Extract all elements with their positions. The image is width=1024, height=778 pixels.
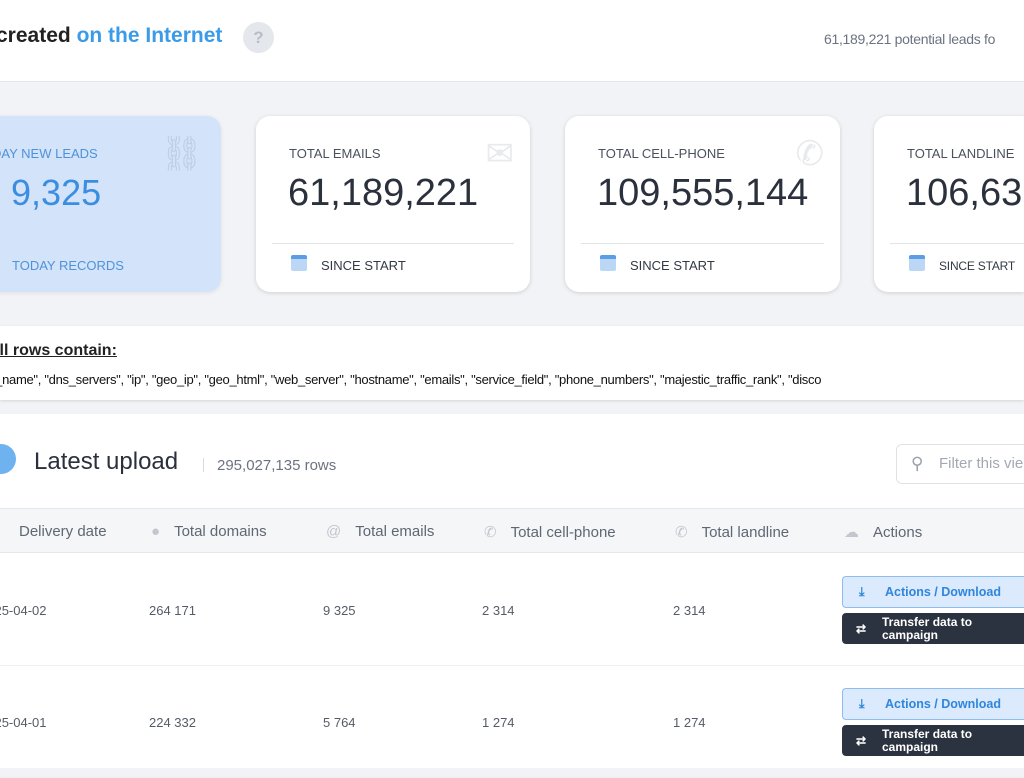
envelope-icon: ✉	[485, 135, 515, 173]
col-total-emails[interactable]: @ Total emails	[326, 523, 434, 540]
help-icon[interactable]: ?	[243, 22, 274, 53]
card-new-leads: DAY NEW LEADS + 9,325 ⛓ TODAY RECORDS	[0, 116, 221, 292]
page-title: created on the Internet	[0, 24, 223, 47]
transfer-button[interactable]: ⇄ Transfer data to campaign	[842, 613, 1024, 644]
transfer-icon: ⇄	[856, 621, 867, 636]
filter-input[interactable]	[939, 455, 1023, 472]
download-button[interactable]: ⤓ Actions / Download	[842, 688, 1024, 720]
cloud-download-icon: ☁	[844, 524, 859, 541]
transfer-button[interactable]: ⇄ Transfer data to campaign	[842, 725, 1024, 756]
calendar-icon	[291, 255, 307, 271]
cloud-upload-icon	[0, 444, 16, 474]
col-total-domains[interactable]: ● Total domains	[151, 523, 267, 540]
download-icon: ⤓	[859, 697, 865, 711]
potential-leads: 61,189,221 potential leads fo	[824, 31, 996, 47]
fields-heading: All rows contain:	[0, 342, 117, 359]
phone-icon: ✆	[484, 524, 497, 541]
globe-icon: ●	[151, 523, 161, 540]
calendar-icon	[600, 255, 616, 271]
transfer-icon: ⇄	[856, 733, 867, 748]
page-header: created on the Internet ? 61,189,221 pot…	[0, 0, 1024, 82]
col-total-cell-phone[interactable]: ✆ Total cell-phone	[484, 523, 616, 541]
col-total-landline[interactable]: ✆ Total landline	[675, 523, 789, 541]
search-icon: ⚲	[911, 454, 924, 473]
col-delivery-date[interactable]: Delivery date	[19, 523, 107, 540]
at-icon: @	[326, 523, 342, 540]
table-header: Delivery date ● Total domains @ Total emai…	[0, 508, 1024, 553]
table-row: 2025-04-02 264 171 9 325 2 314 2 314 ⤓Ac…	[0, 555, 1024, 666]
card-total-cell-phone: TOTAL CELL-PHONE 109,555,144 ✆ SINCE STA…	[565, 116, 840, 292]
filter-input-wrapper[interactable]: ⚲	[896, 444, 1024, 484]
download-button[interactable]: ⤓ Actions / Download	[842, 576, 1024, 608]
panel-title: Latest upload	[34, 448, 179, 475]
fields-info: All rows contain: "domain_name", "dns_se…	[0, 326, 1024, 400]
phone-icon: ✆	[795, 135, 825, 173]
fields-list: "domain_name", "dns_servers", "ip", "geo…	[0, 372, 822, 387]
card-total-landline: TOTAL LANDLINE 106,63 SINCE START	[874, 116, 1024, 292]
row-count: 295,027,135 rows	[217, 457, 337, 474]
phone-icon: ✆	[675, 524, 688, 541]
download-icon: ⤓	[859, 585, 865, 599]
latest-upload-panel: Latest upload 295,027,135 rows ⚲ Deliver…	[0, 414, 1024, 778]
calendar-icon	[909, 255, 925, 271]
link-icon: ⛓	[159, 135, 203, 173]
table-row: 2025-04-01 224 332 5 764 1 274 1 274 ⤓Ac…	[0, 667, 1024, 778]
card-total-emails: TOTAL EMAILS 61,189,221 ✉ SINCE START	[256, 116, 530, 292]
col-actions: ☁ Actions	[844, 524, 923, 541]
